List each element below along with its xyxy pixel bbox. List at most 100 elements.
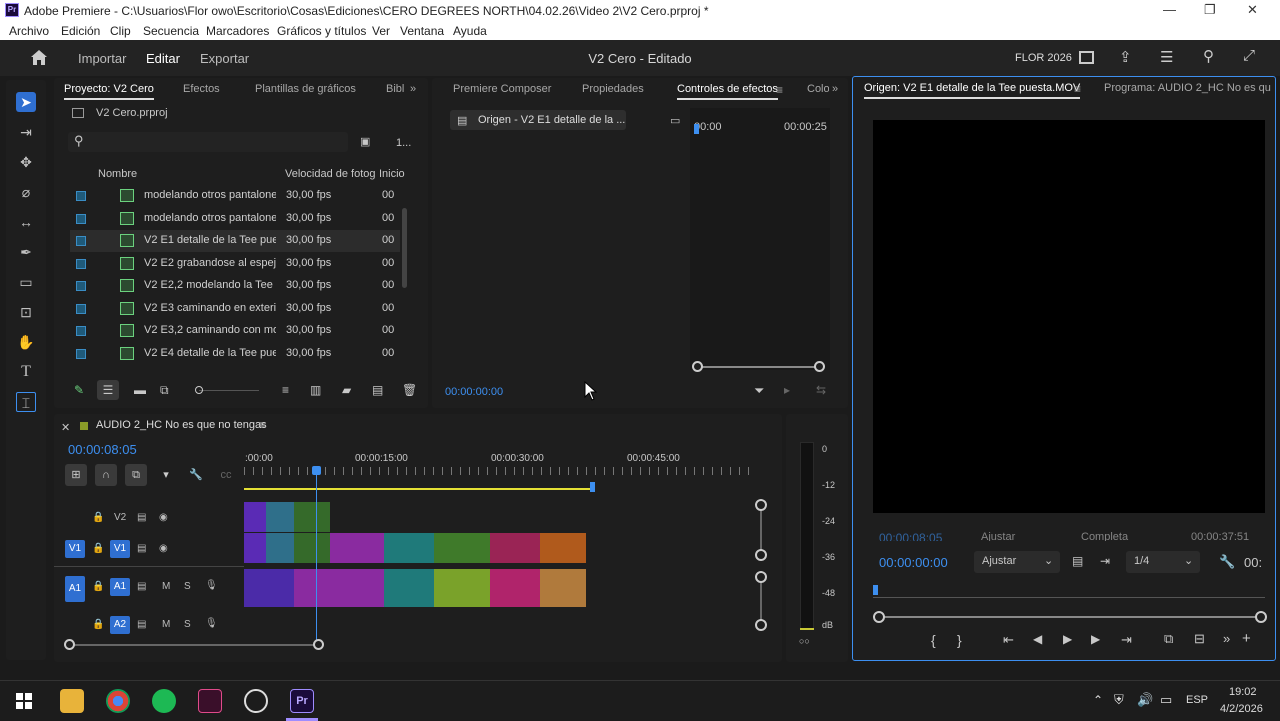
column-inicio[interactable]: Inicio (379, 168, 405, 180)
sync-lock-icon[interactable]: ▤ (137, 543, 146, 554)
lock-icon[interactable]: 🔒 (92, 512, 104, 523)
menu-edicion[interactable]: Edición (61, 24, 100, 38)
vectorize-app-icon[interactable] (198, 689, 222, 713)
effects-timecode[interactable]: 00:00:00:00 (445, 386, 503, 398)
share-icon[interactable]: ⇪ (1119, 48, 1132, 66)
mute-button[interactable]: M (162, 619, 170, 630)
timeline-hscroll[interactable] (72, 644, 320, 646)
windows-start-icon[interactable] (16, 693, 32, 709)
step-back-icon[interactable]: ◀ (1033, 632, 1042, 646)
menu-ver[interactable]: Ver (372, 24, 390, 38)
list-item[interactable]: V2 E3,2 caminando con moc 30,00 fps 00 (70, 320, 400, 342)
column-name[interactable]: Nombre (98, 168, 137, 180)
zoom-slider[interactable] (199, 390, 259, 391)
eye-icon[interactable]: ◉ (159, 543, 168, 554)
panel-menu-icon[interactable]: ≡ (776, 83, 783, 97)
tab-premiere-composer[interactable]: Premiere Composer (453, 83, 551, 95)
insert-icon[interactable]: ⇥ (1100, 554, 1110, 568)
lock-icon[interactable]: 🔒 (92, 543, 104, 554)
linked-selection-icon[interactable]: ⧉ (125, 464, 147, 486)
track-v1-label[interactable]: V1 (110, 540, 130, 558)
solo-meter-icon[interactable]: ○○ (799, 636, 810, 646)
spotify-icon[interactable] (152, 689, 176, 713)
pen-icon[interactable]: ✒ (16, 242, 36, 262)
source-zoom-bar[interactable] (881, 616, 1261, 618)
clip-v2[interactable] (244, 502, 330, 532)
clock-time[interactable]: 19:02 (1229, 686, 1257, 698)
menu-ventana[interactable]: Ventana (400, 24, 444, 38)
network-icon[interactable]: ▭ (1160, 692, 1172, 708)
step-forward-icon[interactable]: ▶ (1091, 632, 1100, 646)
source-a1-patch[interactable]: A1 (65, 576, 85, 602)
solo-button[interactable]: S (184, 619, 191, 630)
hand-icon[interactable]: ✋ (16, 332, 36, 352)
vscroll-handle[interactable] (755, 499, 767, 511)
snap-icon[interactable]: ∩ (95, 464, 117, 486)
text-select-icon[interactable]: ⌶ (16, 392, 36, 412)
work-area-bar[interactable] (244, 488, 592, 490)
search-input[interactable] (68, 132, 348, 152)
premiere-taskbar-icon[interactable]: Pr (290, 689, 314, 713)
fullscreen-icon[interactable]: ⤢ (1243, 47, 1255, 64)
tab-origen[interactable]: Origen: V2 E1 detalle de la Tee puesta.M… (864, 82, 1081, 99)
kf-zoom-bar[interactable] (698, 366, 820, 368)
slip-icon[interactable]: ↔ (16, 212, 36, 232)
type-tool-icon[interactable]: T (16, 362, 36, 382)
fit-dropdown[interactable]: Ajustar ⌄ (974, 551, 1060, 573)
panel-overflow-icon[interactable]: » (410, 83, 416, 95)
tab-editar[interactable]: Editar (146, 51, 180, 66)
list-item[interactable]: modelando otros pantalones 30,00 fps 00 (70, 185, 400, 207)
hscroll-handle-right[interactable] (313, 639, 324, 650)
rectangle-icon[interactable]: ▭ (16, 272, 36, 292)
mark-out-icon[interactable]: } (957, 632, 962, 648)
new-item-icon[interactable]: ▤ (372, 383, 383, 397)
add-marker-icon[interactable]: ▾ (155, 464, 177, 486)
track-a2-label[interactable]: A2 (110, 616, 130, 634)
lock-icon[interactable]: 🔒 (92, 619, 104, 630)
vscroll-handle[interactable] (755, 571, 767, 583)
selection-tool-icon[interactable]: ➤ (16, 92, 36, 112)
tab-color[interactable]: Colo (807, 83, 829, 95)
list-view-icon[interactable]: ☰ (97, 380, 119, 400)
loop-icon[interactable]: ⇆ (816, 383, 826, 397)
go-to-in-icon[interactable]: ⇤ (1003, 632, 1014, 648)
panel-menu-icon[interactable]: ≡ (1074, 82, 1081, 96)
zoom-handle-right[interactable] (1255, 611, 1267, 623)
sync-lock-icon[interactable]: ▤ (137, 619, 146, 630)
sort-icon[interactable]: ≡ (282, 383, 289, 397)
microphone-icon[interactable]: 🎙 (205, 580, 218, 591)
kf-zoom-handle-right[interactable] (814, 361, 825, 372)
tab-plantillas[interactable]: Plantillas de gráficos (255, 83, 356, 95)
panel-layout-icon[interactable] (1079, 51, 1094, 64)
source-timecode[interactable]: 00:00:00:00 (879, 555, 948, 570)
filter-icon[interactable]: ⏷ (754, 383, 764, 399)
security-icon[interactable]: ⛨ (1114, 692, 1124, 708)
toggle-timeline-icon[interactable]: ▭ (670, 114, 680, 127)
close-icon[interactable]: ✕ (1247, 2, 1258, 18)
menu-secuencia[interactable]: Secuencia (143, 24, 199, 38)
project-scrollbar[interactable] (402, 208, 407, 288)
list-item[interactable]: V2 E3 caminando en exterior 30,00 fps 00 (70, 298, 400, 320)
resolution-dropdown[interactable]: 1/4 ⌄ (1126, 551, 1200, 573)
video-vscroll[interactable] (760, 504, 762, 554)
list-item[interactable]: modelando otros pantalones 30,00 fps 00 (70, 208, 400, 230)
menu-marcadores[interactable]: Marcadores (206, 24, 269, 38)
zoom-slider-handle[interactable] (195, 386, 203, 394)
source-v1-patch[interactable]: V1 (65, 540, 85, 558)
tab-bibliotecas[interactable]: Bibl (386, 83, 404, 95)
work-area-end-handle[interactable] (590, 482, 595, 492)
play-icon[interactable]: ▶ (1063, 632, 1072, 646)
overwrite-clip-icon[interactable]: ⊟ (1194, 631, 1205, 647)
menu-archivo[interactable]: Archivo (9, 24, 49, 38)
timeline-timecode[interactable]: 00:00:08:05 (68, 442, 137, 457)
nest-icon[interactable]: ⊞ (65, 464, 87, 486)
language-indicator[interactable]: ESP (1186, 694, 1208, 706)
microphone-icon[interactable]: 🎙 (205, 618, 218, 629)
column-fps[interactable]: Velocidad de fotogr (285, 168, 375, 180)
add-button-icon[interactable]: + (1242, 630, 1251, 647)
sync-lock-icon[interactable]: ▤ (137, 581, 146, 592)
icon-view-icon[interactable]: ▬ (134, 383, 146, 397)
pencil-icon[interactable]: ✎ (74, 383, 84, 397)
sequence-name[interactable]: AUDIO 2_HC No es que no tengas (96, 419, 267, 431)
insert-clip-icon[interactable]: ⧉ (1164, 631, 1173, 647)
